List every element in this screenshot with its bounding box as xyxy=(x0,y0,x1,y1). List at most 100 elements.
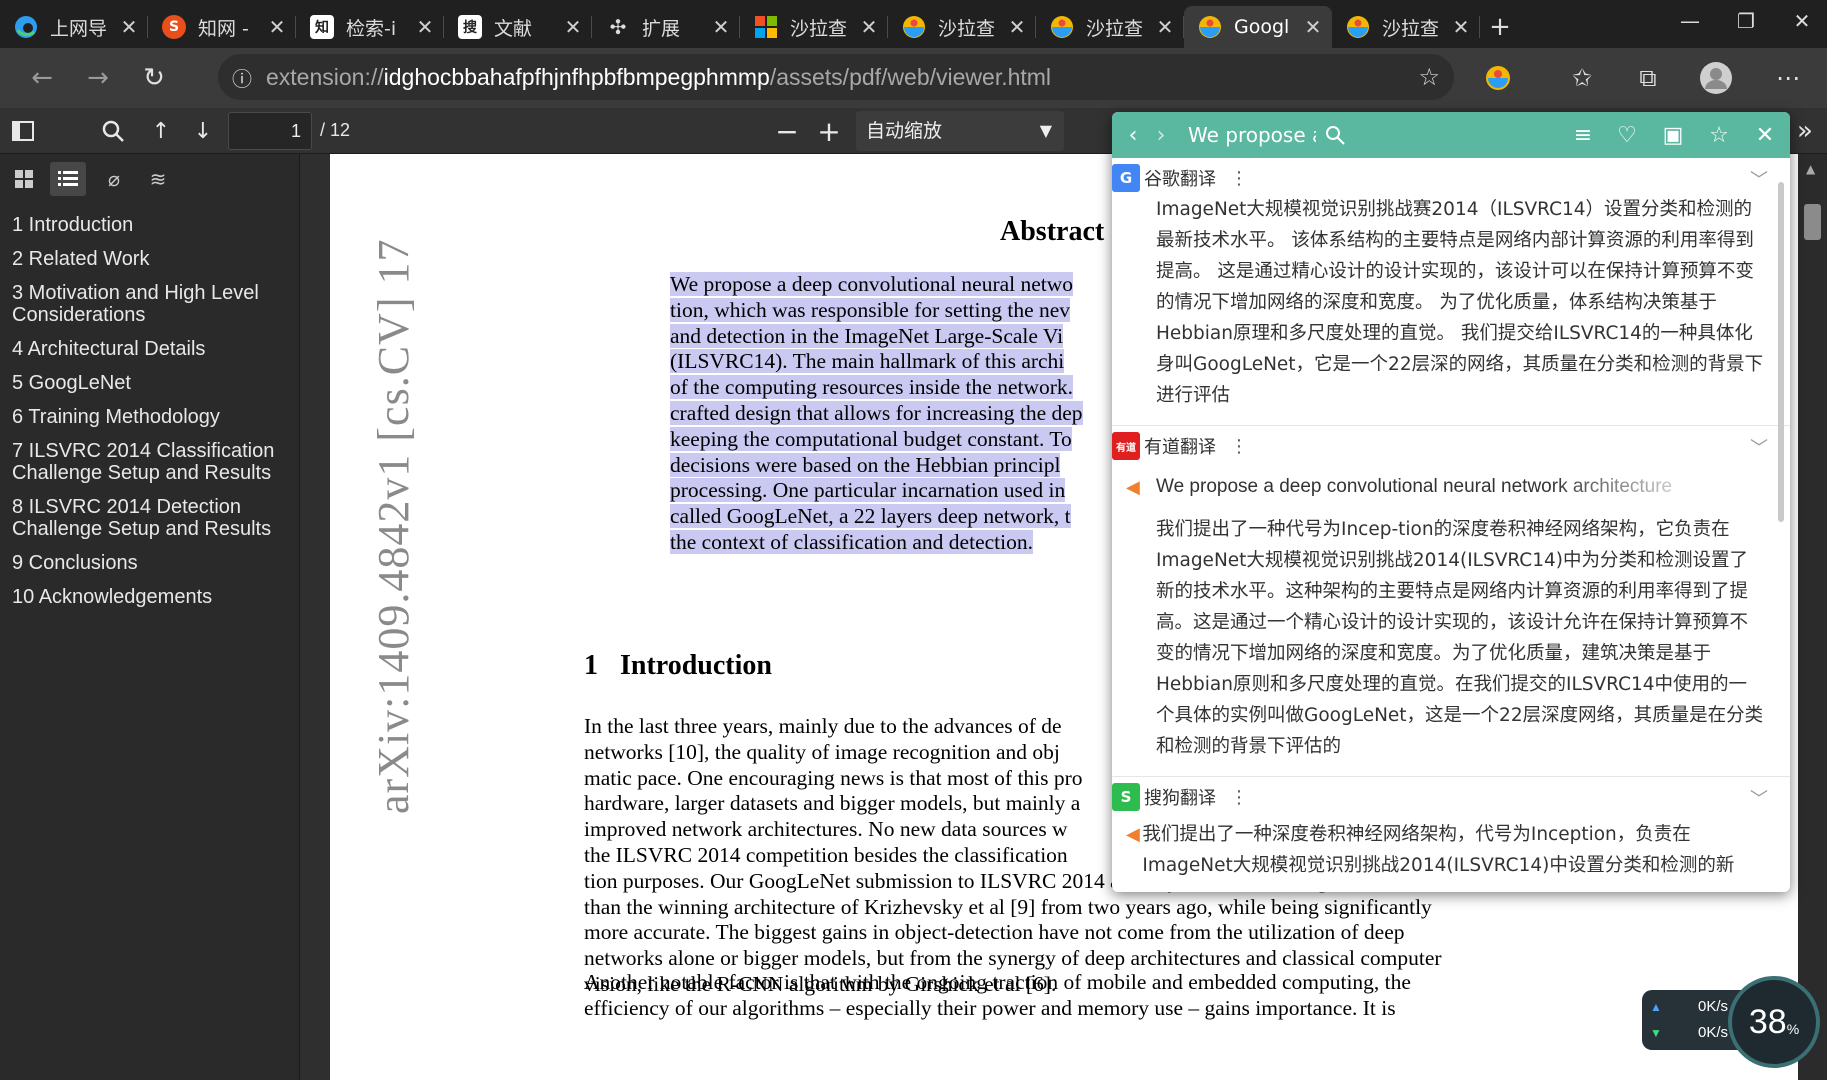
popup-search-input[interactable]: We propose a xyxy=(1188,118,1316,152)
browser-tab[interactable]: 沙拉查 ✕ xyxy=(888,6,1036,48)
toolbar-overflow-icon[interactable]: » xyxy=(1788,114,1822,148)
popup-pin-icon[interactable]: ☆ xyxy=(1704,120,1734,150)
popup-back-icon[interactable]: ‹ xyxy=(1118,120,1148,150)
attachments-icon[interactable]: ⌀ xyxy=(96,162,132,196)
browser-tab[interactable]: S 知网 - ✕ xyxy=(148,6,296,48)
browser-tab[interactable]: 搜文献 ✕ xyxy=(444,6,592,48)
tab-close-icon[interactable]: ✕ xyxy=(564,15,582,39)
restore-button[interactable]: ❐ xyxy=(1718,0,1774,42)
toggle-sidebar-icon[interactable] xyxy=(6,114,40,148)
close-window-button[interactable]: ✕ xyxy=(1774,0,1827,42)
zoom-select[interactable]: 自动缩放 ▼ xyxy=(856,111,1064,151)
engine-collapse-icon[interactable]: ﹀ xyxy=(1750,166,1768,192)
favorites-icon[interactable]: ✩ xyxy=(1562,58,1602,98)
popup-favorite-icon[interactable]: ♡ xyxy=(1612,120,1642,150)
url-box[interactable]: ⓘ extension://idghocbbahafpfhjnfhpbfbmpe… xyxy=(218,54,1454,100)
zoom-in-icon[interactable]: + xyxy=(812,114,846,148)
engine-more-icon[interactable]: ⋮ xyxy=(1230,168,1248,189)
engine-collapse-icon[interactable]: ﹀ xyxy=(1750,434,1768,460)
outline-item[interactable]: 5 GoogLeNet xyxy=(0,368,299,398)
outline-item[interactable]: 7 ILSVRC 2014 Classification Challenge S… xyxy=(0,436,299,488)
vertical-scrollbar[interactable]: ▲ xyxy=(1798,154,1827,1080)
browser-tab[interactable]: 沙拉查 ✕ xyxy=(740,6,888,48)
popup-close-icon[interactable]: ✕ xyxy=(1750,120,1780,150)
browser-tab[interactable]: 上网导 ✕ xyxy=(0,6,148,48)
download-arrow-icon: ▼ xyxy=(1650,1025,1662,1040)
popup-header: ‹ › We propose a ≡ ♡ ▣ ☆ ✕ xyxy=(1112,112,1790,158)
previous-page-icon[interactable]: ↑ xyxy=(144,114,178,148)
outline-item[interactable]: 1 Introduction xyxy=(0,210,299,240)
forward-button[interactable]: → xyxy=(70,50,126,106)
outline-list: 1 Introduction 2 Related Work 3 Motivation… xyxy=(0,202,299,612)
cnki-s-icon: S xyxy=(162,15,186,39)
more-menu-icon[interactable]: ⋯ xyxy=(1768,58,1808,98)
scroll-up-icon[interactable]: ▲ xyxy=(1806,162,1815,176)
puzzle-icon: ✣ xyxy=(609,15,627,39)
translation-engine: G 谷歌翻译 ⋮ ﹀ ImageNet大规模视觉识别挑战赛2014（ILSVRC14）设… xyxy=(1112,158,1790,426)
tab-close-icon[interactable]: ✕ xyxy=(1304,15,1322,39)
browser-tab[interactable]: 沙拉查 ✕ xyxy=(1332,6,1480,48)
tab-close-icon[interactable]: ✕ xyxy=(712,15,730,39)
engine-more-icon[interactable]: ⋮ xyxy=(1230,787,1248,808)
outline-item[interactable]: 10 Acknowledgements xyxy=(0,582,299,612)
tab-label: 检索-i xyxy=(346,17,397,40)
cpu-unit: % xyxy=(1786,1021,1800,1037)
tab-close-icon[interactable]: ✕ xyxy=(416,15,434,39)
tab-close-icon[interactable]: ✕ xyxy=(268,15,286,39)
minimize-button[interactable]: — xyxy=(1662,0,1718,42)
outline-item[interactable]: 4 Architectural Details xyxy=(0,334,299,364)
browser-tab[interactable]: ✣ 扩展 ✕ xyxy=(592,6,740,48)
popup-forward-icon[interactable]: › xyxy=(1146,120,1176,150)
tab-close-icon[interactable]: ✕ xyxy=(1156,15,1174,39)
outline-item[interactable]: 6 Training Methodology xyxy=(0,402,299,432)
tab-label: 知网 - xyxy=(198,17,249,40)
collections-icon[interactable]: ⧉ xyxy=(1628,58,1668,98)
tab-close-icon[interactable]: ✕ xyxy=(120,15,138,39)
browser-tab[interactable]: 知检索-i ✕ xyxy=(296,6,444,48)
new-tab-button[interactable]: + xyxy=(1480,6,1520,48)
outline-item[interactable]: 3 Motivation and High Level Consideratio… xyxy=(0,278,299,330)
outline-icon[interactable] xyxy=(50,162,86,196)
refresh-button[interactable]: ↻ xyxy=(126,50,182,106)
popup-body: G 谷歌翻译 ⋮ ﹀ ImageNet大规模视觉识别挑战赛2014（ILSVRC14）设… xyxy=(1112,158,1790,892)
speaker-icon[interactable]: ◀ xyxy=(1126,819,1142,881)
engine-name[interactable]: 谷歌翻译 xyxy=(1144,165,1216,191)
cpu-gauge[interactable]: 38% xyxy=(1728,976,1820,1068)
popup-search-icon[interactable] xyxy=(1320,120,1350,150)
browser-tab[interactable]: 沙拉查 ✕ xyxy=(1036,6,1184,48)
outline-item[interactable]: 9 Conclusions xyxy=(0,548,299,578)
thumbnails-icon[interactable] xyxy=(6,162,42,196)
scrollbar-thumb[interactable] xyxy=(1804,204,1821,240)
favorite-star-icon[interactable]: ☆ xyxy=(1418,63,1440,91)
saladict-extension-icon[interactable] xyxy=(1478,58,1518,98)
page-number-input[interactable]: 1 xyxy=(228,112,312,150)
zoom-out-icon[interactable]: − xyxy=(770,114,804,148)
next-page-icon[interactable]: ↓ xyxy=(186,114,220,148)
tab-close-icon[interactable]: ✕ xyxy=(1452,15,1470,39)
popup-scrollbar[interactable] xyxy=(1778,182,1784,522)
upload-arrow-icon: ▲ xyxy=(1650,999,1662,1014)
profile-avatar[interactable] xyxy=(1696,58,1736,98)
engine-name[interactable]: 搜狗翻译 xyxy=(1144,784,1216,810)
popup-menu-icon[interactable]: ≡ xyxy=(1568,120,1598,150)
layers-icon[interactable]: ≋ xyxy=(140,162,176,196)
text-line: Another notable factor is that with the … xyxy=(584,970,1411,994)
outline-item[interactable]: 8 ILSVRC 2014 Detection Challenge Setup … xyxy=(0,492,299,544)
info-icon[interactable]: ⓘ xyxy=(218,63,266,92)
search-icon[interactable] xyxy=(96,114,130,148)
outline-item[interactable]: 2 Related Work xyxy=(0,244,299,274)
text-line: efficiency of our algorithms – especiall… xyxy=(584,995,1396,1020)
tab-close-icon[interactable]: ✕ xyxy=(1008,15,1026,39)
engine-collapse-icon[interactable]: ﹀ xyxy=(1750,785,1768,811)
engine-more-icon[interactable]: ⋮ xyxy=(1230,436,1248,457)
back-button[interactable]: ← xyxy=(14,50,70,106)
engine-name[interactable]: 有道翻译 xyxy=(1144,433,1216,459)
tab-close-icon[interactable]: ✕ xyxy=(860,15,878,39)
text-line: more accurate. The biggest gains in obje… xyxy=(584,920,1405,945)
browser-tab[interactable]: Googl ✕ xyxy=(1184,6,1332,48)
windows-icon xyxy=(754,15,778,39)
speaker-icon[interactable]: ◀ xyxy=(1126,477,1156,498)
url-text[interactable]: extension://idghocbbahafpfhjnfhpbfbmpegp… xyxy=(266,64,1051,91)
page-count: / 12 xyxy=(320,120,351,140)
popup-history-icon[interactable]: ▣ xyxy=(1658,120,1688,150)
